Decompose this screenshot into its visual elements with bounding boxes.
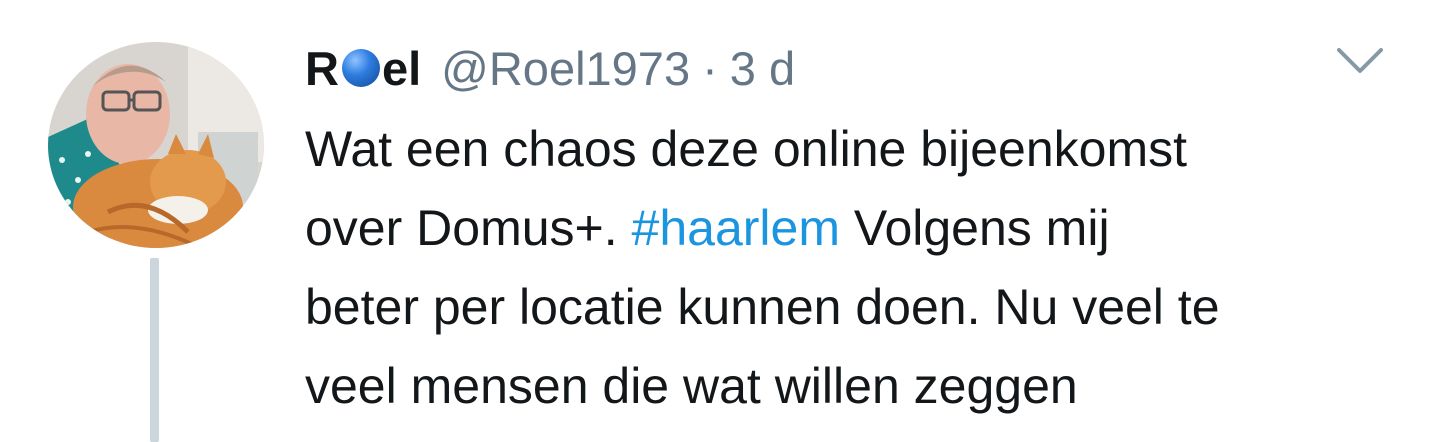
- user-handle[interactable]: @Roel1973: [441, 41, 690, 96]
- profile-photo-icon: [48, 42, 264, 248]
- display-name[interactable]: R el: [305, 41, 421, 96]
- tweet-text-segment: over Domus+.: [305, 200, 632, 256]
- tweet[interactable]: R el @Roel1973 · 3 d Wat een chaos deze …: [0, 0, 1440, 442]
- tweet-text-segment: Volgens mij: [839, 200, 1110, 256]
- blue-circle-emoji-icon: [341, 48, 381, 88]
- separator-dot: ·: [702, 41, 718, 95]
- display-name-suffix: el: [381, 41, 422, 95]
- tweet-text-line: over Domus+. #haarlem Volgens mij: [305, 189, 1415, 268]
- display-name-prefix: R: [305, 41, 339, 95]
- hashtag-link[interactable]: #haarlem: [632, 200, 840, 256]
- avatar[interactable]: [48, 42, 264, 248]
- tweet-timestamp[interactable]: 3 d: [730, 41, 795, 96]
- tweet-header: R el @Roel1973 · 3 d: [305, 38, 795, 98]
- chevron-down-icon: [1337, 48, 1383, 73]
- tweet-text-line: Wat een chaos deze online bijeenkomst: [305, 121, 1188, 177]
- thread-connector-line: [150, 258, 159, 442]
- tweet-text-line: veel mensen die wat willen zeggen: [305, 358, 1078, 414]
- tweet-menu-button[interactable]: [1335, 44, 1385, 78]
- tweet-text-line: beter per locatie kunnen doen. Nu veel t…: [305, 279, 1220, 335]
- tweet-text: Wat een chaos deze online bijeenkomst ov…: [305, 110, 1415, 426]
